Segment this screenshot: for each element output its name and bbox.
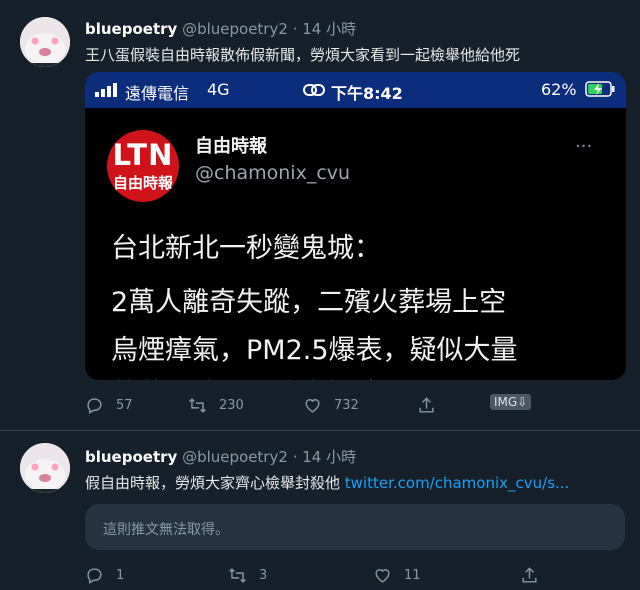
ltn-logo: LTN 自由時報 (107, 130, 179, 202)
tweet-text: 假自由時報，勞煩大家齊心檢舉封殺他 twitter.com/chamonix_c… (85, 472, 569, 493)
share-button[interactable] (520, 566, 551, 585)
separator-dot: · (292, 448, 298, 466)
embedded-tweet: LTN 自由時報 自由時報 @chamonix_cvu ··· 台北新北一秒變鬼… (85, 108, 626, 380)
avatar-image (20, 443, 70, 493)
reply-count: 57 (116, 398, 133, 413)
retweet-count: 230 (219, 398, 244, 413)
reply-button[interactable]: 57 (85, 396, 133, 415)
tweet-text-body: 假自由時報，勞煩大家齊心檢舉封殺他 (85, 474, 345, 492)
embedded-account-name: 自由時報 (195, 136, 267, 157)
tweet-header: bluepoetry @bluepoetry2 · 14 小時 (85, 446, 356, 467)
reply-button[interactable]: 1 (85, 566, 124, 585)
clock-label: 下午8:42 (331, 84, 403, 103)
retweet-button[interactable]: 230 (188, 396, 244, 415)
tweet-link[interactable]: twitter.com/chamonix_cvu/s... (345, 474, 570, 492)
embedded-account-handle: @chamonix_cvu (195, 162, 351, 184)
timestamp[interactable]: 14 小時 (302, 20, 356, 38)
avatar[interactable] (20, 17, 70, 67)
image-download-button[interactable]: IMG⇩ (490, 394, 532, 410)
user-handle[interactable]: @bluepoetry2 (182, 448, 288, 466)
phone-status-bar: 遠傳電信 4G 下午8:42 62% (85, 72, 626, 108)
share-icon (522, 567, 537, 583)
like-button[interactable]: 11 (373, 566, 421, 585)
battery-label: 62% (541, 80, 577, 99)
retweet-button[interactable]: 3 (228, 566, 267, 585)
separator-dot: · (292, 20, 298, 38)
user-handle[interactable]: @bluepoetry2 (182, 20, 288, 38)
embedded-text-line: 萬萬時消過購值大持境 (111, 372, 381, 380)
embedded-text-line: 台北新北一秒變鬼城： (111, 233, 381, 264)
network-label: 4G (207, 80, 230, 99)
avatar-image (20, 17, 70, 67)
display-name[interactable]: bluepoetry (85, 20, 177, 38)
timestamp[interactable]: 14 小時 (302, 448, 356, 466)
unavailable-quote-card: 這則推文無法取得。 (85, 504, 625, 550)
like-count: 11 (404, 568, 421, 583)
link-icon (303, 82, 325, 101)
share-icon (419, 397, 434, 413)
embedded-text-line: 2萬人離奇失蹤，二殯火葬場上空 (111, 287, 507, 318)
retweet-icon (229, 568, 246, 583)
more-icon: ··· (575, 136, 593, 157)
reply-count: 1 (116, 568, 125, 583)
tweet-actions: 1 3 11 (85, 566, 605, 590)
tweet-actions: 57 230 732 IMG⇩ (85, 394, 605, 420)
battery-icon (585, 81, 615, 101)
heart-icon (375, 569, 390, 583)
avatar[interactable] (20, 443, 70, 493)
retweet-count: 3 (259, 568, 268, 583)
tweet-1[interactable]: bluepoetry @bluepoetry2 · 14 小時 王八蛋假裝自由時… (0, 0, 640, 430)
reply-icon (87, 398, 102, 414)
heart-icon (305, 399, 320, 413)
signal-icon (95, 82, 121, 101)
like-count: 732 (334, 398, 359, 413)
reply-icon (87, 568, 102, 584)
tweet-text: 王八蛋假裝自由時報散佈假新聞，勞煩大家看到一起檢舉他給他死 (85, 46, 521, 64)
embedded-text-line: 烏煙瘴氣，PM2.5爆表，疑似大量 (111, 335, 518, 366)
attached-image[interactable]: 遠傳電信 4G 下午8:42 62% LTN 自由時報 自由時報 @chamon… (85, 72, 626, 380)
carrier-label: 遠傳電信 (125, 84, 190, 103)
unavailable-message: 這則推文無法取得。 (103, 522, 229, 538)
share-button[interactable] (417, 396, 448, 415)
retweet-icon (189, 398, 206, 413)
tweet-header: bluepoetry @bluepoetry2 · 14 小時 (85, 18, 356, 39)
display-name[interactable]: bluepoetry (85, 448, 177, 466)
like-button[interactable]: 732 (303, 396, 359, 415)
